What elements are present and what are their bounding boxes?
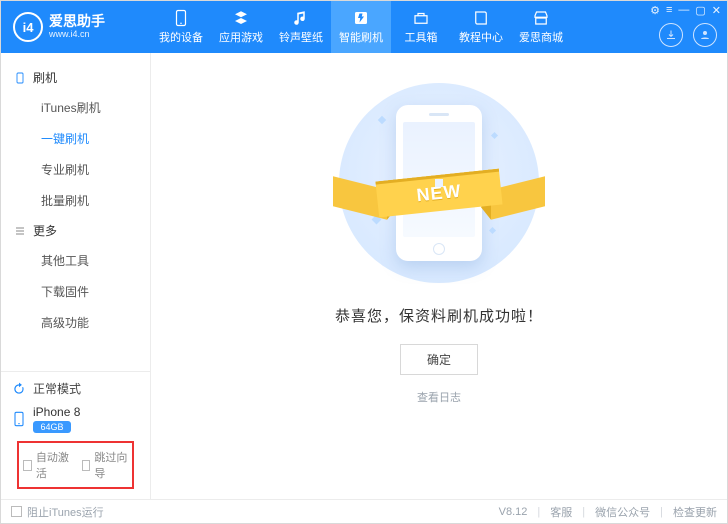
flash-icon: [352, 9, 370, 27]
maximize-button[interactable]: ▢: [695, 4, 705, 17]
toolbox-icon: [412, 9, 430, 27]
nav-toolbox[interactable]: 工具箱: [391, 1, 451, 53]
refresh-icon: [11, 381, 27, 397]
logo-badge: i4: [13, 12, 43, 42]
sidebar-group-1[interactable]: 更多: [1, 216, 150, 245]
version-label: V8.12: [499, 506, 528, 518]
user-icon[interactable]: [693, 23, 717, 47]
sidebar: 刷机iTunes刷机一键刷机专业刷机批量刷机更多其他工具下载固件高级功能 正常模…: [1, 53, 151, 499]
device-icon: [172, 9, 190, 27]
menu-icon[interactable]: ≡: [666, 4, 672, 17]
check-update-link[interactable]: 检查更新: [673, 504, 717, 520]
sidebar-item-0-1[interactable]: 一键刷机: [1, 123, 150, 154]
phone-illustration: [396, 105, 482, 261]
store-icon: [532, 9, 550, 27]
nav-apps[interactable]: 应用游戏: [211, 1, 271, 53]
checkbox-icon: [11, 506, 22, 517]
top-nav: 我的设备应用游戏铃声壁纸智能刷机工具箱教程中心爱思商城: [151, 1, 571, 53]
device-capacity-badge: 64GB: [33, 421, 71, 433]
app-header: i4 爱思助手 www.i4.cn 我的设备应用游戏铃声壁纸智能刷机工具箱教程中…: [1, 1, 727, 53]
checkbox-icon: [23, 460, 32, 471]
phone-outline-icon: [13, 72, 27, 84]
nav-store[interactable]: 爱思商城: [511, 1, 571, 53]
option-skip-wizard[interactable]: 跳过向导: [82, 449, 129, 481]
music-icon: [292, 9, 310, 27]
confirm-button[interactable]: 确定: [400, 344, 478, 375]
mode-label: 正常模式: [33, 380, 81, 397]
logo: i4 爱思助手 www.i4.cn: [1, 12, 151, 42]
options-highlighted: 自动激活 跳过向导: [17, 441, 134, 489]
app-title: 爱思助手: [49, 14, 105, 29]
sidebar-item-0-3[interactable]: 批量刷机: [1, 185, 150, 216]
checkbox-icon: [82, 460, 91, 471]
close-button[interactable]: ✕: [712, 4, 721, 17]
block-itunes-option[interactable]: 阻止iTunes运行: [11, 504, 104, 520]
sidebar-item-1-2[interactable]: 高级功能: [1, 307, 150, 338]
sidebar-item-1-0[interactable]: 其他工具: [1, 245, 150, 276]
sidebar-item-0-2[interactable]: 专业刷机: [1, 154, 150, 185]
download-icon[interactable]: [659, 23, 683, 47]
main-content: NEW 恭喜您，保资料刷机成功啦！ 确定 查看日志: [151, 53, 727, 499]
wechat-link[interactable]: 微信公众号: [595, 504, 650, 520]
minimize-button[interactable]: —: [678, 4, 689, 17]
option-auto-activate[interactable]: 自动激活: [23, 449, 70, 481]
view-log-link[interactable]: 查看日志: [417, 389, 461, 405]
app-url: www.i4.cn: [49, 30, 105, 40]
sidebar-item-0-0[interactable]: iTunes刷机: [1, 92, 150, 123]
device-mode[interactable]: 正常模式: [11, 380, 140, 397]
book-icon: [472, 9, 490, 27]
settings-icon[interactable]: ⚙: [650, 4, 660, 17]
phone-icon: [11, 411, 27, 427]
hero-illustration: NEW: [339, 83, 539, 283]
menu-lines-icon: [13, 225, 27, 237]
support-link[interactable]: 客服: [550, 504, 572, 520]
status-bar: 阻止iTunes运行 V8.12 | 客服 | 微信公众号 | 检查更新: [1, 499, 727, 523]
sidebar-group-0[interactable]: 刷机: [1, 63, 150, 92]
sidebar-item-1-1[interactable]: 下载固件: [1, 276, 150, 307]
window-controls: ⚙ ≡ — ▢ ✕: [650, 4, 721, 17]
nav-device[interactable]: 我的设备: [151, 1, 211, 53]
nav-music[interactable]: 铃声壁纸: [271, 1, 331, 53]
nav-book[interactable]: 教程中心: [451, 1, 511, 53]
success-message: 恭喜您，保资料刷机成功啦！: [335, 305, 543, 326]
apps-icon: [232, 9, 250, 27]
nav-flash[interactable]: 智能刷机: [331, 1, 391, 53]
device-name: iPhone 8: [33, 405, 80, 419]
device-info[interactable]: iPhone 8 64GB: [11, 405, 140, 433]
